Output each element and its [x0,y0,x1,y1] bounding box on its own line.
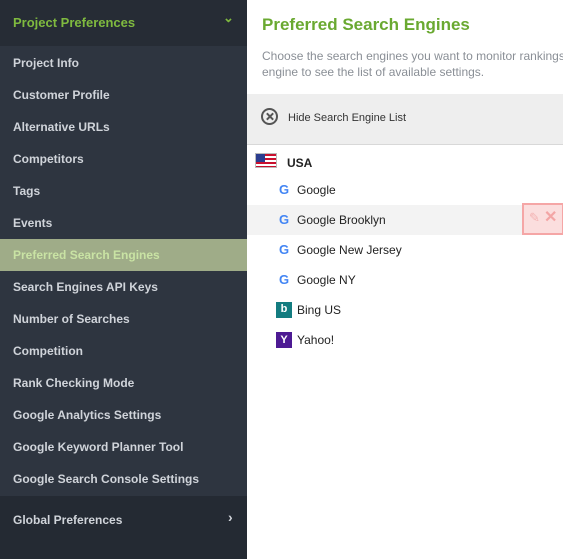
engine-list-toolbar: Hide Search Engine List [247,94,563,145]
sidebar-item-tags[interactable]: Tags [0,175,247,207]
google-icon: G [278,242,290,257]
main-panel: Preferred Search Engines Choose the sear… [247,0,563,559]
close-circle-icon[interactable] [261,108,278,125]
hide-search-engine-list-button[interactable]: Hide Search Engine List [288,112,406,124]
search-engine-label: Google Brooklyn [297,213,386,227]
chevron-right-icon: › [228,509,233,525]
sidebar-item-number-of-searches[interactable]: Number of Searches [0,303,247,335]
search-engine-row[interactable]: G Google [247,175,563,205]
sidebar-item-search-engines-api-keys[interactable]: Search Engines API Keys [0,271,247,303]
sidebar-item-preferred-search-engines[interactable]: Preferred Search Engines [0,239,247,271]
chevron-down-icon: ⌄ [223,10,234,25]
google-icon: G [278,272,290,287]
sidebar-item-rank-checking-mode[interactable]: Rank Checking Mode [0,367,247,399]
search-engine-label: Google New Jersey [297,243,402,257]
search-engine-label: Yahoo! [297,333,335,347]
pencil-icon[interactable]: ✎ [529,211,543,225]
sidebar-item-google-search-console-settings[interactable]: Google Search Console Settings [0,463,247,495]
sidebar-item-customer-profile[interactable]: Customer Profile [0,79,247,111]
yahoo-icon: Y [276,332,292,348]
project-preferences-header[interactable]: Project Preferences ⌄ [0,0,247,46]
sidebar-item-competition[interactable]: Competition [0,335,247,367]
google-icon: G [278,212,290,227]
search-engine-row[interactable]: G Google NY [247,265,563,295]
search-engine-row[interactable]: b Bing US [247,295,563,325]
search-engine-row[interactable]: G Google New Jersey [247,235,563,265]
sidebar-item-google-analytics-settings[interactable]: Google Analytics Settings [0,399,247,431]
sidebar: Project Preferences ⌄ Project Info Custo… [0,0,247,559]
page-title: Preferred Search Engines [262,15,470,34]
search-engine-row[interactable]: Y Yahoo! [247,325,563,355]
row-actions: ✎ ✕ [522,203,563,235]
delete-icon[interactable]: ✕ [544,210,558,226]
country-group-usa[interactable]: USA [247,150,563,174]
sidebar-nav: Project Info Customer Profile Alternativ… [0,47,247,495]
project-preferences-label: Project Preferences [13,15,136,30]
search-engine-row[interactable]: G Google Brooklyn ✎ ✕ [247,203,563,235]
search-engine-label: Google [297,183,336,197]
search-engine-list: G Google G Google Brooklyn ✎ ✕ G Google … [247,175,563,355]
search-engine-label: Google NY [297,273,356,287]
page-description: Choose the search engines you want to mo… [262,49,563,79]
sidebar-item-google-keyword-planner-tool[interactable]: Google Keyword Planner Tool [0,431,247,463]
sidebar-item-competitors[interactable]: Competitors [0,143,247,175]
sidebar-item-events[interactable]: Events [0,207,247,239]
global-preferences-header[interactable]: Global Preferences › [0,496,247,559]
bing-icon: b [276,302,292,318]
sidebar-item-alternative-urls[interactable]: Alternative URLs [0,111,247,143]
country-label: USA [287,156,313,170]
google-icon: G [278,182,290,197]
global-preferences-label: Global Preferences [13,513,123,527]
sidebar-item-project-info[interactable]: Project Info [0,47,247,79]
us-flag-icon [255,153,277,168]
search-engine-label: Bing US [297,303,342,317]
